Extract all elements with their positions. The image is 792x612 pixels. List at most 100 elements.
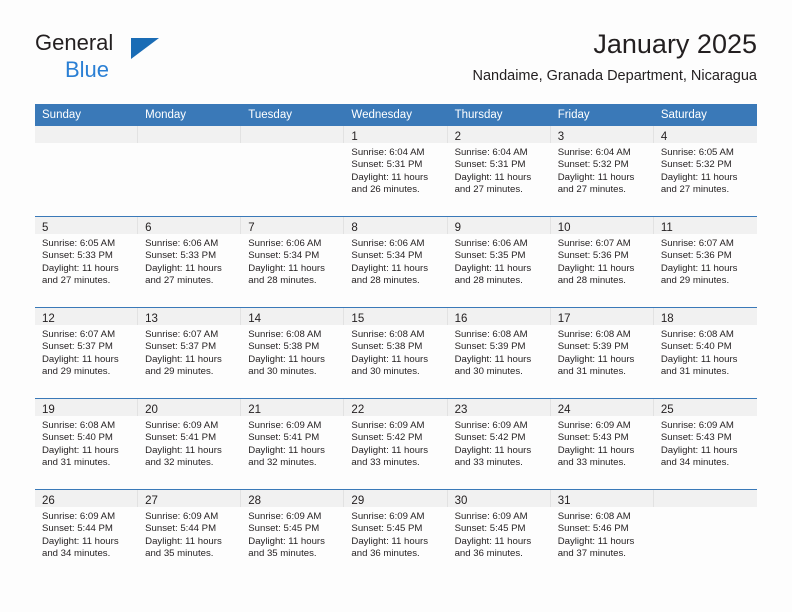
daylight-text: Daylight: 11 hours and 34 minutes. (660, 444, 738, 468)
weekday-header-friday: Friday (550, 104, 654, 126)
calendar-day-cell[interactable]: 12 Sunrise: 6:07 AM Sunset: 5:37 PM Dayligh… (35, 308, 139, 398)
calendar-day-cell[interactable]: 2 Sunrise: 6:04 AM Sunset: 5:31 PM Daylight… (447, 126, 551, 216)
sunset-text: Sunset: 5:38 PM (351, 341, 423, 353)
daylight-text: Daylight: 11 hours and 27 minutes. (42, 262, 119, 286)
day-number-band (653, 490, 757, 507)
calendar-day-cell[interactable]: 24 Sunrise: 6:09 AM Sunset: 5:43 PM Dayligh… (550, 399, 654, 489)
calendar-day-cell[interactable]: 4 Sunrise: 6:05 AM Sunset: 5:32 PM Daylight… (653, 126, 757, 216)
calendar-day-cell[interactable]: 29 Sunrise: 6:09 AM Sunset: 5:45 PM Dayligh… (344, 490, 448, 580)
daylight-text: Daylight: 11 hours and 27 minutes. (660, 171, 738, 195)
day-details: Sunrise: 6:08 AM Sunset: 5:40 PM Daylight:… (35, 416, 138, 469)
day-details: Sunrise: 6:09 AM Sunset: 5:41 PM Daylight:… (241, 416, 344, 469)
calendar-table: Sunday Monday Tuesday Wednesday Thursday Frid… (35, 104, 757, 580)
day-details: Sunrise: 6:09 AM Sunset: 5:45 PM Daylight:… (448, 507, 551, 560)
day-number-band: 15 (344, 308, 448, 325)
day-number: 18 (660, 313, 674, 325)
sunset-text: Sunset: 5:37 PM (145, 341, 217, 353)
calendar-day-cell[interactable]: 28 Sunrise: 6:09 AM Sunset: 5:45 PM Dayligh… (241, 490, 345, 580)
sunrise-text: Sunrise: 6:07 AM (145, 329, 219, 340)
day-number-band: 8 (344, 217, 448, 234)
day-details: Sunrise: 6:07 AM Sunset: 5:36 PM Daylight:… (551, 234, 654, 287)
day-number-band: 29 (344, 490, 448, 507)
day-number: 11 (660, 222, 673, 234)
sunset-text: Sunset: 5:41 PM (248, 432, 320, 444)
calendar-day-cell[interactable]: 19 Sunrise: 6:08 AM Sunset: 5:40 PM Dayligh… (35, 399, 139, 489)
sunrise-text: Sunrise: 6:06 AM (351, 238, 425, 249)
calendar-day-cell[interactable]: 9 Sunrise: 6:06 AM Sunset: 5:35 PM Daylight… (447, 217, 551, 307)
calendar-day-cell[interactable]: 16 Sunrise: 6:08 AM Sunset: 5:39 PM Dayligh… (447, 308, 551, 398)
daylight-text: Daylight: 11 hours and 27 minutes. (454, 171, 532, 195)
calendar-day-cell[interactable]: 10 Sunrise: 6:07 AM Sunset: 5:36 PM Dayligh… (550, 217, 654, 307)
daylight-text: Daylight: 11 hours and 29 minutes. (660, 262, 738, 286)
sunset-text: Sunset: 5:45 PM (454, 523, 526, 535)
calendar-day-cell[interactable]: 25 Sunrise: 6:09 AM Sunset: 5:43 PM Dayligh… (653, 399, 757, 489)
day-number-band: 20 (138, 399, 242, 416)
sunset-text: Sunset: 5:39 PM (454, 341, 526, 353)
sunrise-text: Sunrise: 6:05 AM (42, 238, 116, 249)
calendar-day-cell[interactable]: 17 Sunrise: 6:08 AM Sunset: 5:39 PM Dayligh… (550, 308, 654, 398)
day-details: Sunrise: 6:04 AM Sunset: 5:32 PM Daylight:… (551, 143, 654, 196)
day-details: Sunrise: 6:06 AM Sunset: 5:34 PM Daylight:… (241, 234, 344, 287)
sunset-text: Sunset: 5:34 PM (351, 250, 423, 262)
page-title: January 2025 (593, 29, 757, 59)
day-details: Sunrise: 6:09 AM Sunset: 5:42 PM Daylight:… (448, 416, 551, 469)
sunset-text: Sunset: 5:37 PM (42, 341, 113, 353)
sunrise-text: Sunrise: 6:04 AM (557, 147, 631, 158)
sunrise-text: Sunrise: 6:09 AM (557, 420, 631, 431)
calendar-day-cell[interactable]: 6 Sunrise: 6:06 AM Sunset: 5:33 PM Daylight… (138, 217, 242, 307)
day-number-band: 3 (550, 126, 654, 143)
calendar-day-cell[interactable]: 1 Sunrise: 6:04 AM Sunset: 5:31 PM Daylight… (344, 126, 448, 216)
calendar-day-cell[interactable]: 14 Sunrise: 6:08 AM Sunset: 5:38 PM Dayligh… (241, 308, 345, 398)
day-details: Sunrise: 6:08 AM Sunset: 5:39 PM Daylight:… (448, 325, 551, 378)
calendar-week-row: 12 Sunrise: 6:07 AM Sunset: 5:37 PM Dayligh… (35, 307, 757, 399)
calendar-day-cell[interactable]: 3 Sunrise: 6:04 AM Sunset: 5:32 PM Daylight… (550, 126, 654, 216)
day-number: 26 (42, 495, 55, 507)
daylight-text: Daylight: 11 hours and 28 minutes. (351, 262, 429, 286)
calendar-day-cell[interactable]: 21 Sunrise: 6:09 AM Sunset: 5:41 PM Dayligh… (241, 399, 345, 489)
day-number-band: 21 (241, 399, 345, 416)
day-details: Sunrise: 6:09 AM Sunset: 5:43 PM Daylight:… (551, 416, 654, 469)
calendar-day-cell[interactable]: 27 Sunrise: 6:09 AM Sunset: 5:44 PM Dayligh… (138, 490, 242, 580)
calendar-day-cell[interactable]: 30 Sunrise: 6:09 AM Sunset: 5:45 PM Dayligh… (447, 490, 551, 580)
day-number-band (35, 126, 139, 143)
brand-name-secondary: Blue (65, 57, 110, 82)
day-number-band: 24 (550, 399, 654, 416)
day-details: Sunrise: 6:06 AM Sunset: 5:35 PM Daylight:… (448, 234, 551, 287)
calendar-day-cell[interactable]: 8 Sunrise: 6:06 AM Sunset: 5:34 PM Daylight… (344, 217, 448, 307)
calendar-day-cell[interactable]: 15 Sunrise: 6:08 AM Sunset: 5:38 PM Dayligh… (344, 308, 448, 398)
calendar-day-cell[interactable]: 5 Sunrise: 6:05 AM Sunset: 5:33 PM Daylight… (35, 217, 139, 307)
day-details: Sunrise: 6:07 AM Sunset: 5:37 PM Daylight:… (35, 325, 138, 378)
calendar-day-cell[interactable]: 26 Sunrise: 6:09 AM Sunset: 5:44 PM Dayligh… (35, 490, 139, 580)
sunrise-text: Sunrise: 6:09 AM (454, 511, 528, 522)
day-number: 4 (660, 131, 668, 143)
sunset-text: Sunset: 5:34 PM (248, 250, 320, 262)
triangle-flag-icon (131, 38, 159, 59)
calendar-week-row: 19 Sunrise: 6:08 AM Sunset: 5:40 PM Dayligh… (35, 398, 757, 490)
calendar-day-cell[interactable]: 18 Sunrise: 6:08 AM Sunset: 5:40 PM Dayligh… (653, 308, 757, 398)
calendar-day-cell[interactable]: 11 Sunrise: 6:07 AM Sunset: 5:36 PM Dayligh… (653, 217, 757, 307)
sunset-text: Sunset: 5:36 PM (557, 250, 629, 262)
calendar-day-cell[interactable]: 23 Sunrise: 6:09 AM Sunset: 5:42 PM Dayligh… (447, 399, 551, 489)
calendar-day-cell[interactable]: 22 Sunrise: 6:09 AM Sunset: 5:42 PM Dayligh… (344, 399, 448, 489)
day-details: Sunrise: 6:06 AM Sunset: 5:34 PM Daylight:… (344, 234, 447, 287)
sunset-text: Sunset: 5:31 PM (454, 159, 526, 171)
day-number-band: 12 (35, 308, 139, 325)
sunset-text: Sunset: 5:45 PM (351, 523, 423, 535)
day-number: 30 (454, 495, 468, 507)
sunrise-text: Sunrise: 6:05 AM (660, 147, 734, 158)
calendar-day-cell[interactable]: 7 Sunrise: 6:06 AM Sunset: 5:34 PM Daylight… (241, 217, 345, 307)
day-details: Sunrise: 6:05 AM Sunset: 5:33 PM Daylight:… (35, 234, 138, 287)
calendar-day-cell[interactable]: 31 Sunrise: 6:08 AM Sunset: 5:46 PM Dayligh… (550, 490, 654, 580)
calendar-day-cell[interactable]: 13 Sunrise: 6:07 AM Sunset: 5:37 PM Dayligh… (138, 308, 242, 398)
daylight-text: Daylight: 11 hours and 27 minutes. (145, 262, 222, 286)
calendar-day-cell[interactable]: 20 Sunrise: 6:09 AM Sunset: 5:41 PM Dayligh… (138, 399, 242, 489)
day-number: 24 (557, 404, 571, 416)
day-details: Sunrise: 6:08 AM Sunset: 5:38 PM Daylight:… (241, 325, 344, 378)
day-details: Sunrise: 6:09 AM Sunset: 5:45 PM Daylight:… (344, 507, 447, 560)
day-details: Sunrise: 6:08 AM Sunset: 5:46 PM Daylight:… (551, 507, 654, 560)
daylight-text: Daylight: 11 hours and 32 minutes. (248, 444, 325, 468)
sunrise-text: Sunrise: 6:04 AM (454, 147, 528, 158)
day-number: 17 (557, 313, 571, 325)
daylight-text: Daylight: 11 hours and 30 minutes. (351, 353, 429, 377)
brand-logo[interactable]: General Blue (35, 30, 235, 85)
